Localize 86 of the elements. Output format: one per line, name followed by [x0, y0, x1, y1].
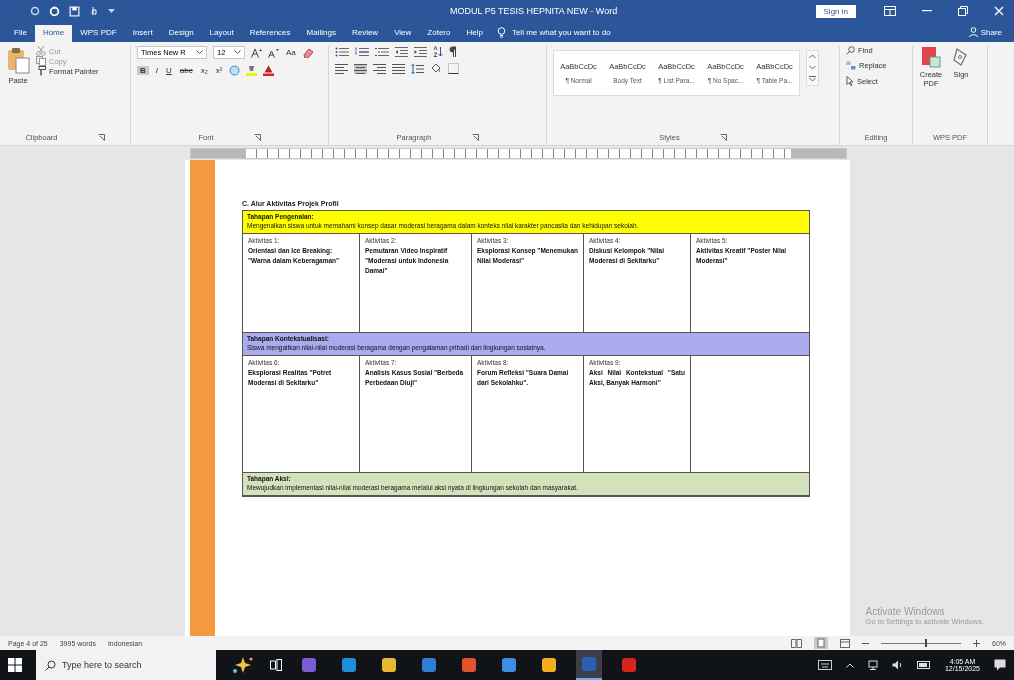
gallery-scroller[interactable] — [806, 50, 819, 86]
zoom-in-icon[interactable] — [973, 639, 980, 647]
ribbon-display-icon[interactable] — [884, 6, 896, 16]
replace-icon — [846, 61, 856, 70]
notification-icon[interactable] — [994, 659, 1006, 671]
font-format-button[interactable]: U — [165, 66, 173, 75]
shrink-font-icon[interactable] — [268, 47, 279, 58]
justify-icon[interactable] — [392, 63, 405, 74]
ribbon-tab[interactable]: Home — [34, 25, 73, 42]
text-effects-icon[interactable] — [229, 65, 241, 76]
cursor-icon — [846, 76, 854, 86]
clipboard-icon — [6, 46, 30, 74]
dropdown-icon — [234, 50, 241, 55]
share-button[interactable]: Share — [968, 27, 1002, 42]
font-format-button[interactable]: B — [137, 66, 149, 75]
eraser-icon[interactable] — [302, 47, 314, 58]
ribbon-tab[interactable]: Design — [160, 25, 202, 42]
grow-font-icon[interactable] — [251, 47, 262, 58]
dialog-launcher-icon[interactable] — [253, 133, 261, 141]
dialog-launcher-icon[interactable] — [719, 133, 727, 141]
ribbon-tab[interactable]: References — [241, 25, 299, 42]
horizontal-ruler[interactable] — [190, 147, 847, 159]
zoom-slider[interactable] — [881, 638, 961, 648]
line-spacing-icon[interactable] — [411, 63, 424, 74]
dropdown-icon — [196, 50, 203, 55]
bullet-list-icon[interactable] — [335, 46, 349, 57]
taskbar-app-icon[interactable] — [576, 650, 602, 680]
paintbrush-icon — [36, 66, 46, 76]
dialog-launcher-icon[interactable] — [471, 133, 479, 141]
change-case-button[interactable]: Aa — [285, 48, 297, 57]
ribbon-tab[interactable]: Zotero — [419, 25, 459, 42]
lightbulb-icon — [496, 27, 506, 38]
shading-icon[interactable] — [430, 63, 442, 74]
sign-in-button[interactable]: Sign in — [815, 4, 856, 18]
ribbon-tab[interactable]: Review — [343, 25, 387, 42]
zoom-out-icon[interactable] — [862, 641, 869, 645]
copy-icon — [36, 56, 46, 66]
caret-icon[interactable] — [108, 8, 115, 14]
tell-me-field[interactable]: Tell me what you want to do — [509, 27, 664, 38]
paragraph-mark-icon[interactable] — [449, 46, 457, 57]
decrease-indent-icon[interactable] — [395, 46, 408, 57]
align-center-icon[interactable] — [354, 63, 367, 74]
chevron-up-icon[interactable] — [845, 662, 854, 668]
ribbon-tab[interactable]: View — [386, 25, 420, 42]
ribbon-tab[interactable]: File — [6, 25, 35, 42]
window-title: MODUL P5 TESIS HEPNITA NEW - Word — [450, 6, 619, 16]
restore-icon[interactable] — [958, 6, 968, 16]
close-icon[interactable] — [994, 6, 1004, 16]
more-icon[interactable] — [809, 76, 816, 82]
multilevel-list-icon[interactable] — [375, 46, 389, 57]
ribbon-tab[interactable]: Mailings — [298, 25, 344, 42]
font-color-icon[interactable] — [263, 65, 275, 76]
ribbon-tab[interactable]: WPS PDF — [72, 25, 125, 42]
keyboard-icon[interactable] — [817, 660, 832, 670]
minimize-icon[interactable] — [922, 10, 932, 12]
sort-icon[interactable] — [433, 46, 443, 57]
scissors-icon — [36, 46, 46, 56]
speaker-icon[interactable] — [891, 660, 903, 670]
read-mode-icon[interactable] — [791, 638, 802, 648]
font-format-button[interactable]: x₂ — [199, 66, 209, 75]
font-format-button[interactable]: I — [154, 66, 159, 75]
search-icon — [45, 660, 56, 671]
windows-logo-icon[interactable] — [8, 658, 22, 672]
search-icon — [846, 46, 855, 55]
font-format-button[interactable]: abc — [178, 66, 194, 75]
task-view-icon[interactable] — [270, 659, 282, 671]
web-layout-icon[interactable] — [840, 638, 850, 648]
ribbon-tab[interactable]: Help — [458, 25, 491, 42]
numbered-list-icon[interactable] — [355, 46, 369, 57]
pdf-icon — [921, 46, 941, 68]
ribbon-tab[interactable]: Insert — [124, 25, 161, 42]
borders-icon[interactable] — [448, 63, 459, 74]
font-format-button[interactable]: x² — [214, 66, 224, 75]
highlighter-icon[interactable] — [246, 65, 258, 76]
taskbar-search-field[interactable]: Type here to search — [36, 650, 216, 680]
increase-indent-icon[interactable] — [414, 46, 427, 57]
save-icon[interactable] — [69, 5, 80, 17]
dialog-launcher-icon[interactable] — [97, 133, 105, 141]
print-layout-icon[interactable] — [814, 637, 828, 649]
network-icon[interactable] — [867, 660, 878, 670]
ribbon-tab[interactable]: Layout — [201, 25, 242, 42]
battery-icon[interactable] — [916, 661, 931, 669]
person-icon — [968, 27, 978, 37]
activation-title: Activate Windows — [865, 606, 946, 617]
align-right-icon[interactable] — [373, 63, 386, 74]
align-left-icon[interactable] — [335, 63, 348, 74]
